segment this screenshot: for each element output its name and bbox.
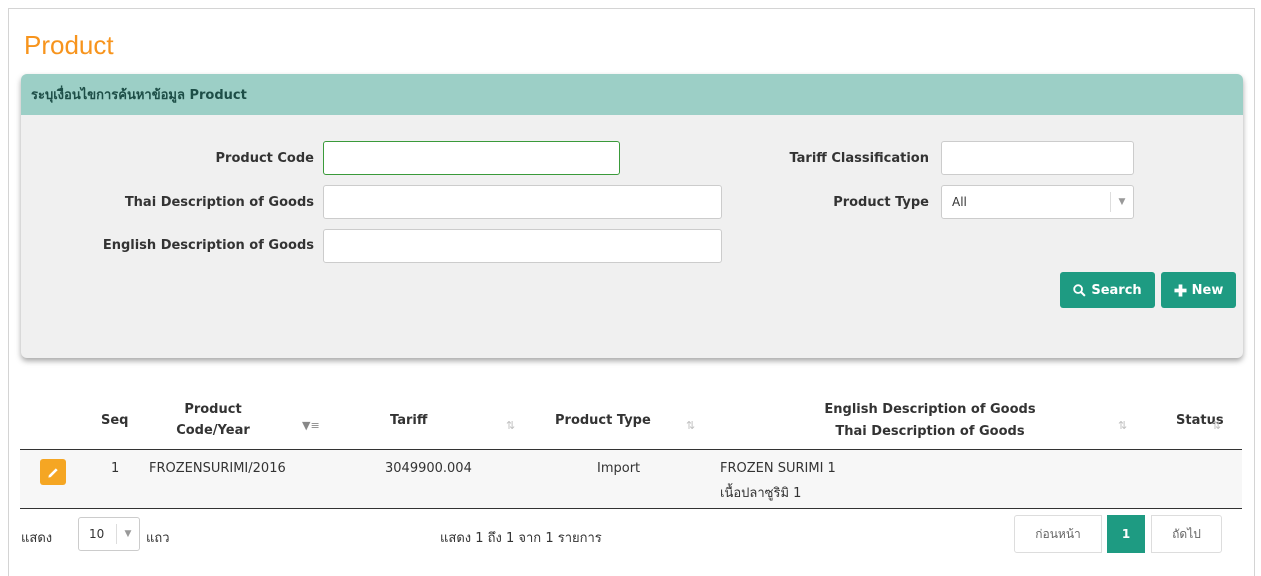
cell-product-code: FROZENSURIMI/2016 [149,461,286,476]
col-product-type[interactable]: Product Type [555,410,651,431]
product-code-input[interactable] [323,141,620,175]
search-icon [1073,283,1086,297]
cell-thai-desc: เนื้อปลาซูริมิ 1 [720,486,802,501]
product-type-label: Product Type [833,195,929,210]
prev-page-button[interactable]: ก่อนหน้า [1014,515,1102,553]
english-desc-input[interactable] [323,229,722,263]
new-button[interactable]: New [1161,272,1236,308]
cell-tariff: 3049900.004 [385,461,472,476]
col-thai-desc[interactable]: Thai Description of Goods [770,421,1090,442]
thai-desc-input[interactable] [323,185,722,219]
sort-icon[interactable]: ⇅ [1212,419,1221,432]
cell-seq: 1 [111,461,120,476]
product-type-select[interactable]: All ▼ [941,185,1134,219]
plus-icon [1174,283,1187,297]
search-panel-header: ระบุเงื่อนไขการค้นหาข้อมูล Product [21,74,1243,115]
search-button-label: Search [1091,282,1142,298]
search-panel: ระบุเงื่อนไขการค้นหาข้อมูล Product Produ… [21,74,1243,358]
sort-desc-icon[interactable]: ▼≡ [302,419,320,432]
page-size-select[interactable]: 10 ▼ [78,517,140,551]
rows-label: แถว [146,531,170,546]
table-row [20,450,1242,508]
next-page-button[interactable]: ถัดไป [1151,515,1222,553]
sort-icon[interactable]: ⇅ [686,419,695,432]
product-type-value: All [952,195,967,209]
thai-desc-label: Thai Description of Goods [124,195,314,210]
col-english-desc[interactable]: English Description of Goods [770,399,1090,420]
table-footer-divider [20,508,1242,509]
table-info: แสดง 1 ถึง 1 จาก 1 รายการ [440,531,602,546]
page-title: Product [24,30,114,60]
col-tariff[interactable]: Tariff [390,410,427,431]
tariff-input[interactable] [941,141,1134,175]
sort-icon[interactable]: ⇅ [1118,419,1127,432]
product-code-label: Product Code [215,151,314,166]
edit-button[interactable] [40,459,66,485]
english-desc-label: English Description of Goods [102,238,314,253]
cell-product-type: Import [597,461,641,476]
tariff-label: Tariff Classification [789,151,929,166]
page-size-value: 10 [89,527,105,541]
pencil-icon [47,467,58,478]
col-product-code[interactable]: Product Code/Year [168,399,258,441]
search-button[interactable]: Search [1060,272,1155,308]
page-1-button[interactable]: 1 [1107,515,1145,553]
sort-icon[interactable]: ⇅ [506,419,515,432]
chevron-down-icon: ▼ [116,524,139,544]
col-seq[interactable]: Seq [101,410,129,431]
cell-english-desc: FROZEN SURIMI 1 [720,461,836,476]
new-button-label: New [1191,282,1224,298]
chevron-down-icon: ▼ [1110,192,1133,212]
show-label: แสดง [21,531,53,546]
